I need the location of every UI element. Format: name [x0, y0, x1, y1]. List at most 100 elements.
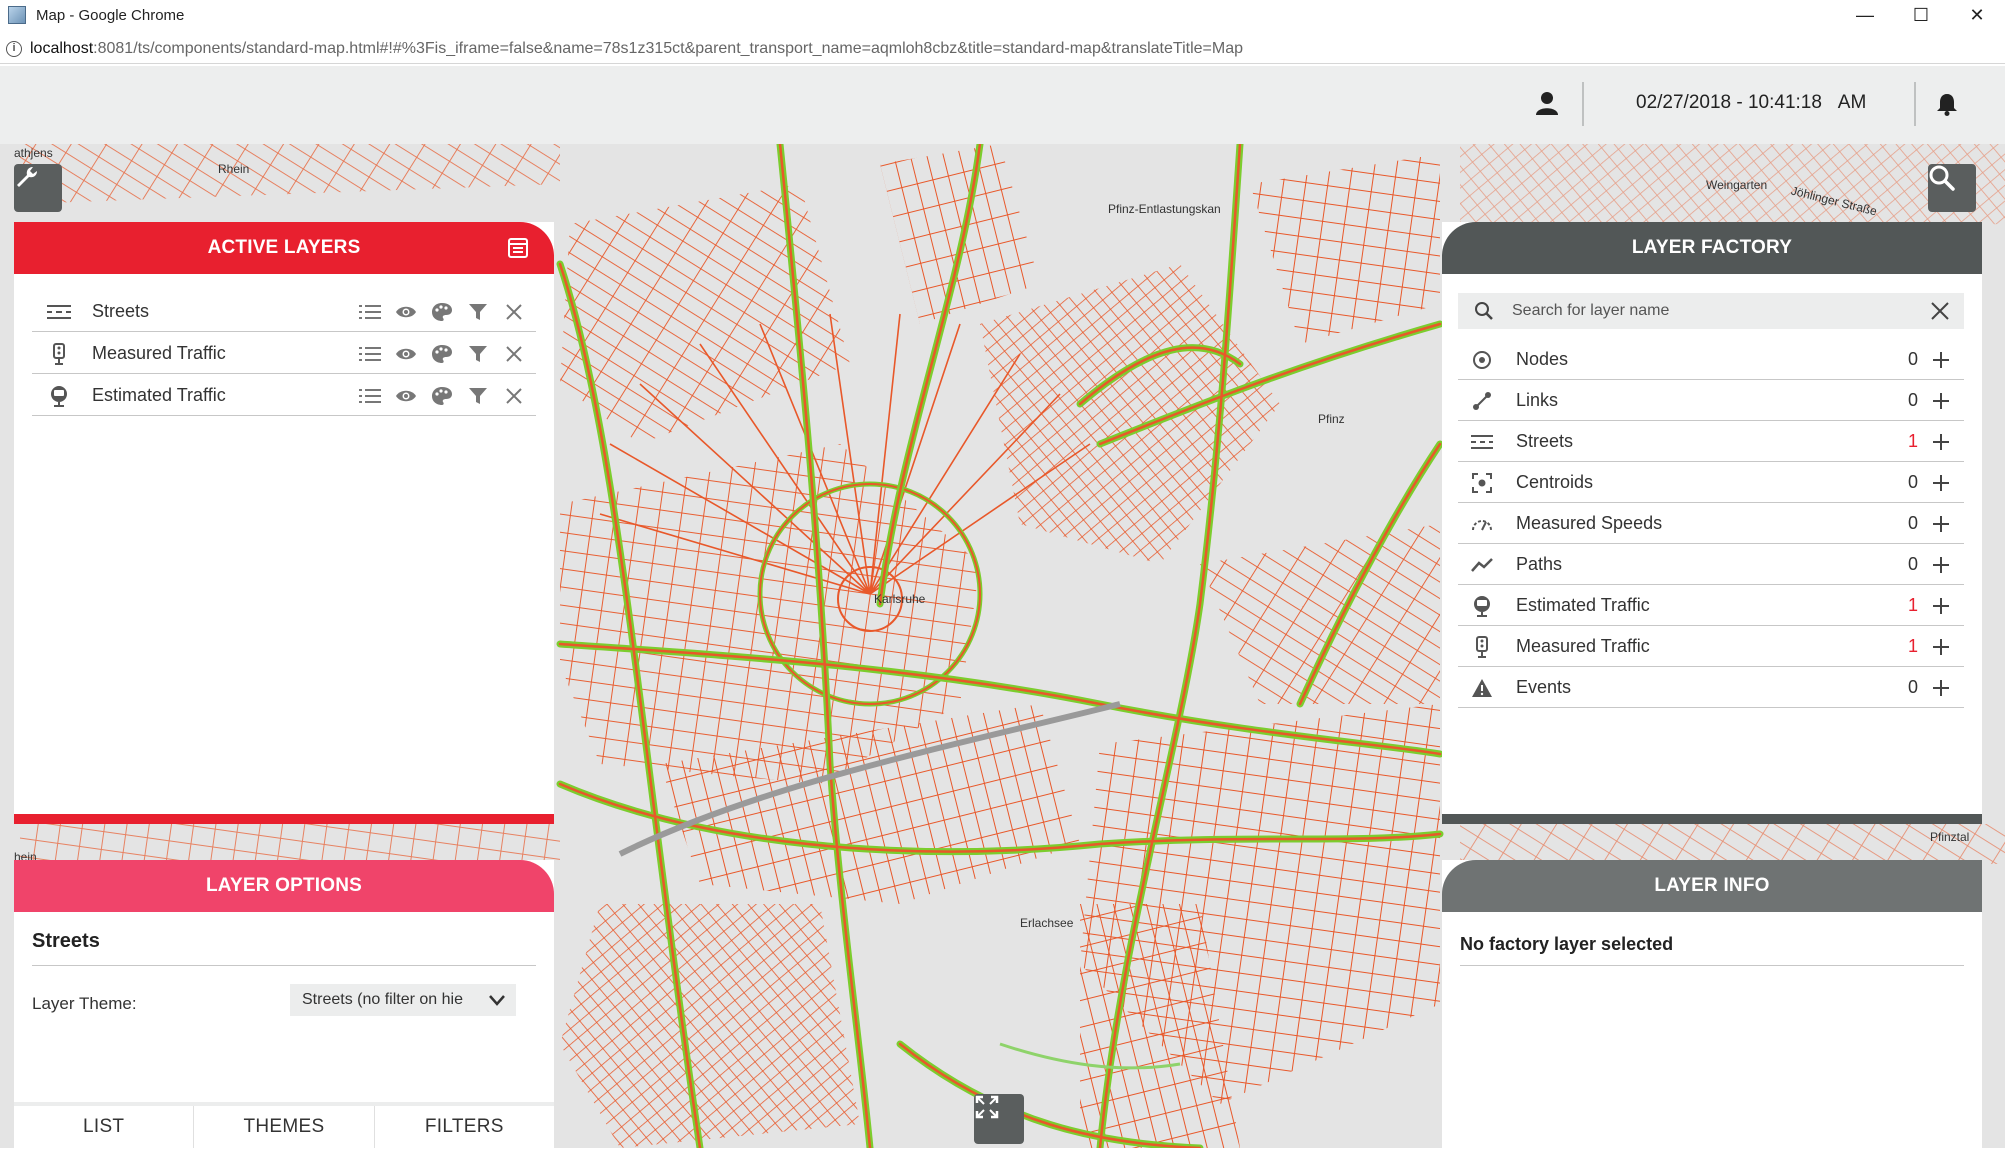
map-label-athjens: athjens [14, 146, 53, 160]
url-text[interactable]: localhost:8081/ts/components/standard-ma… [30, 40, 1243, 58]
factory-item-count: 1 [1907, 431, 1918, 451]
plus-icon[interactable] [1932, 392, 1950, 410]
eye-icon[interactable] [394, 385, 418, 407]
streets-icon [46, 301, 72, 323]
layer-info-title: LAYER INFO [1654, 875, 1770, 896]
active-layer-label: Streets [92, 301, 150, 321]
remove-icon[interactable] [502, 343, 526, 365]
active-layer-row-estimated-traffic[interactable]: Estimated Traffic [32, 376, 536, 416]
layer-options-panel: LAYER OPTIONS Streets Layer Theme: Stree… [14, 860, 554, 1148]
datetime-value: 02/27/2018 - 10:41:18 [1636, 92, 1822, 113]
layer-theme-select[interactable]: Streets (no filter on hie [290, 984, 516, 1016]
active-layer-row-streets[interactable]: Streets [32, 292, 536, 332]
factory-item-events[interactable]: Events 0 [1458, 668, 1964, 708]
active-layers-footer-bar [14, 814, 554, 824]
factory-item-count: 0 [1907, 390, 1918, 410]
chevron-down-icon [489, 995, 505, 1006]
header-divider [1914, 82, 1916, 126]
fullscreen-button[interactable] [974, 1094, 1024, 1144]
filter-icon[interactable] [466, 301, 490, 323]
layer-options-header: LAYER OPTIONS [14, 860, 554, 912]
browser-titlebar: Map - Google Chrome — ☐ ✕ [0, 0, 2005, 30]
close-icon[interactable] [1930, 301, 1950, 321]
palette-icon[interactable] [430, 343, 454, 365]
layer-info-header: LAYER INFO [1442, 860, 1982, 912]
plus-icon[interactable] [1932, 679, 1950, 697]
layer-table-icon[interactable] [508, 238, 528, 258]
plus-icon[interactable] [1932, 474, 1950, 492]
list-icon[interactable] [358, 343, 382, 365]
search-icon [1475, 302, 1493, 320]
remove-icon[interactable] [502, 385, 526, 407]
window-controls: — ☐ ✕ [1837, 0, 2005, 30]
active-layers-title: ACTIVE LAYERS [207, 237, 361, 258]
plus-icon[interactable] [1932, 556, 1950, 574]
eye-icon[interactable] [394, 343, 418, 365]
factory-item-links[interactable]: Links 0 [1458, 381, 1964, 421]
active-layers-header: ACTIVE LAYERS [14, 222, 554, 274]
factory-item-centroids[interactable]: Centroids 0 [1458, 463, 1964, 503]
filter-icon[interactable] [466, 385, 490, 407]
tab-list[interactable]: LIST [14, 1106, 195, 1148]
address-bar[interactable]: i localhost:8081/ts/components/standard-… [0, 34, 2005, 64]
active-layer-row-measured-traffic[interactable]: Measured Traffic [32, 334, 536, 374]
layer-search-input[interactable]: Search for layer name [1458, 293, 1964, 329]
layer-actions [358, 343, 526, 365]
layer-factory-title: LAYER FACTORY [1631, 237, 1793, 258]
factory-item-label: Events [1516, 677, 1572, 697]
factory-item-count: 1 [1907, 595, 1918, 615]
list-icon[interactable] [358, 301, 382, 323]
factory-item-label: Links [1516, 390, 1559, 410]
layer-info-message: No factory layer selected [1460, 934, 1964, 966]
plus-icon[interactable] [1932, 515, 1950, 533]
factory-item-measured-speeds[interactable]: Measured Speeds 0 [1458, 504, 1964, 544]
bell-icon[interactable] [1936, 92, 1958, 116]
layer-info-panel: LAYER INFO No factory layer selected [1442, 860, 1982, 1148]
factory-item-count: 0 [1907, 472, 1918, 492]
maximize-button[interactable]: ☐ [1893, 0, 1949, 30]
tab-filters[interactable]: FILTERS [375, 1106, 554, 1148]
factory-item-nodes[interactable]: Nodes 0 [1458, 340, 1964, 380]
eye-icon[interactable] [394, 301, 418, 323]
factory-item-label: Estimated Traffic [1516, 595, 1650, 615]
map-search-button[interactable] [1928, 164, 1976, 212]
remove-icon[interactable] [502, 301, 526, 323]
datetime-ampm: AM [1837, 92, 1867, 113]
plus-icon[interactable] [1932, 597, 1950, 615]
close-window-button[interactable]: ✕ [1949, 0, 2005, 30]
layer-search-placeholder: Search for layer name [1512, 302, 1670, 319]
plus-icon[interactable] [1932, 433, 1950, 451]
layer-actions [358, 385, 526, 407]
factory-item-estimated-traffic[interactable]: Estimated Traffic 1 [1458, 586, 1964, 626]
layer-factory-header: LAYER FACTORY [1442, 222, 1982, 274]
user-icon[interactable] [1534, 90, 1560, 116]
tab-themes[interactable]: THEMES [194, 1106, 375, 1148]
filter-icon[interactable] [466, 343, 490, 365]
plus-icon[interactable] [1932, 638, 1950, 656]
factory-item-measured-traffic[interactable]: Measured Traffic 1 [1458, 627, 1964, 667]
layer-factory-footer-bar [1442, 814, 1982, 824]
list-icon[interactable] [358, 385, 382, 407]
wrench-icon [17, 167, 37, 187]
factory-item-label: Measured Speeds [1516, 513, 1663, 533]
layer-options-title: LAYER OPTIONS [205, 875, 363, 896]
factory-item-label: Centroids [1516, 472, 1594, 492]
active-layers-panel: ACTIVE LAYERS Streets Measured Traffic E… [14, 222, 554, 824]
layer-factory-panel: LAYER FACTORY Search for layer name Node… [1442, 222, 1982, 824]
url-host: localhost [30, 39, 94, 57]
plus-icon[interactable] [1932, 351, 1950, 369]
factory-item-paths[interactable]: Paths 0 [1458, 545, 1964, 585]
tools-button[interactable] [14, 164, 62, 212]
layer-options-tabs: LIST THEMES FILTERS [14, 1102, 554, 1148]
factory-item-streets[interactable]: Streets 1 [1458, 422, 1964, 462]
speed-icon [1470, 513, 1494, 535]
active-layer-label: Measured Traffic [92, 343, 226, 363]
header-datetime: 02/27/2018 - 10:41:18 AM [1636, 92, 1866, 114]
factory-item-label: Streets [1516, 431, 1574, 451]
map-label-karlsruhe: Karlsruhe [874, 592, 926, 606]
link-icon [1470, 390, 1494, 412]
info-icon[interactable]: i [6, 40, 22, 57]
minimize-button[interactable]: — [1837, 0, 1893, 30]
palette-icon[interactable] [430, 385, 454, 407]
palette-icon[interactable] [430, 301, 454, 323]
